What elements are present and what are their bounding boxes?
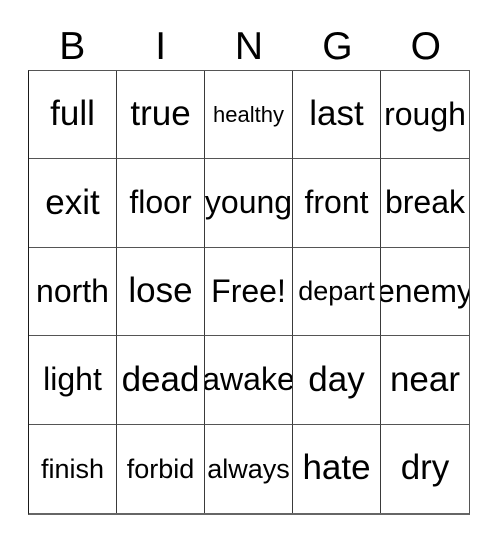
bingo-cell[interactable]: day	[293, 336, 381, 425]
bingo-cell[interactable]: enemy	[381, 247, 469, 337]
bingo-cell[interactable]: north	[29, 247, 117, 337]
bingo-cell[interactable]: healthy	[205, 71, 293, 160]
bingo-cell-label: young	[205, 184, 293, 221]
bingo-cell[interactable]: dry	[381, 424, 469, 513]
bingo-cell-label: front	[304, 184, 369, 221]
bingo-cell[interactable]: lose	[117, 247, 205, 337]
bingo-cell-label: lose	[128, 271, 193, 311]
bingo-cell[interactable]: floor	[117, 159, 205, 248]
bingo-cell-label: last	[309, 94, 364, 134]
bingo-cell[interactable]: exit	[29, 159, 117, 248]
bingo-cell-label: healthy	[213, 102, 284, 128]
bingo-cell[interactable]: always	[205, 424, 293, 513]
bingo-cell[interactable]: near	[381, 336, 469, 425]
bingo-cell-label: enemy	[381, 272, 469, 309]
bingo-cell[interactable]: light	[29, 336, 117, 425]
bingo-cell-label: dead	[121, 359, 200, 399]
bingo-cell-label: exit	[45, 182, 100, 222]
bingo-cell-free-space[interactable]: Free!	[205, 247, 293, 337]
bingo-cell-label: full	[50, 94, 95, 134]
bingo-cell-label: finish	[40, 453, 105, 484]
bingo-cell[interactable]: finish	[29, 424, 117, 513]
bingo-cell-label: dry	[400, 448, 450, 488]
bingo-cell-label: light	[43, 361, 102, 398]
bingo-cell[interactable]: young	[205, 159, 293, 248]
bingo-cell-label: rough	[384, 95, 466, 132]
bingo-cell[interactable]: dead	[117, 336, 205, 425]
bingo-card: B I N G O full true healthy last rough e…	[0, 0, 500, 544]
bingo-cell-label: floor	[129, 184, 192, 221]
bingo-cell-label: north	[36, 272, 109, 309]
bingo-cell[interactable]: break	[381, 159, 469, 248]
bingo-cell-label: awake	[205, 361, 293, 398]
bingo-cell-label: depart	[298, 276, 375, 307]
header-letter-o: O	[410, 24, 441, 68]
bingo-cell[interactable]: awake	[205, 336, 293, 425]
bingo-cell-label: Free!	[211, 272, 286, 309]
bingo-cell-label: always	[207, 453, 290, 484]
bingo-header-row: B I N G O	[28, 22, 470, 70]
bingo-cell-label: forbid	[126, 453, 195, 484]
bingo-cell[interactable]: front	[293, 159, 381, 248]
bingo-cell-label: near	[389, 359, 461, 399]
bingo-cell-label: break	[384, 184, 466, 221]
header-letter-n: N	[234, 24, 264, 68]
bingo-cell[interactable]: rough	[381, 71, 469, 160]
bingo-cell-label: day	[308, 359, 365, 399]
bingo-cell-label: true	[130, 94, 191, 134]
header-letter-i: I	[155, 24, 167, 68]
bingo-cell[interactable]: full	[29, 71, 117, 160]
bingo-cell[interactable]: forbid	[117, 424, 205, 513]
bingo-cell[interactable]: true	[117, 71, 205, 160]
bingo-cell[interactable]: hate	[293, 424, 381, 513]
header-letter-b: B	[59, 24, 86, 68]
bingo-cell[interactable]: depart	[293, 247, 381, 337]
bingo-cell-label: hate	[302, 448, 371, 488]
header-letter-g: G	[322, 24, 353, 68]
bingo-cell[interactable]: last	[293, 71, 381, 160]
bingo-grid: full true healthy last rough exit floor …	[28, 70, 470, 515]
